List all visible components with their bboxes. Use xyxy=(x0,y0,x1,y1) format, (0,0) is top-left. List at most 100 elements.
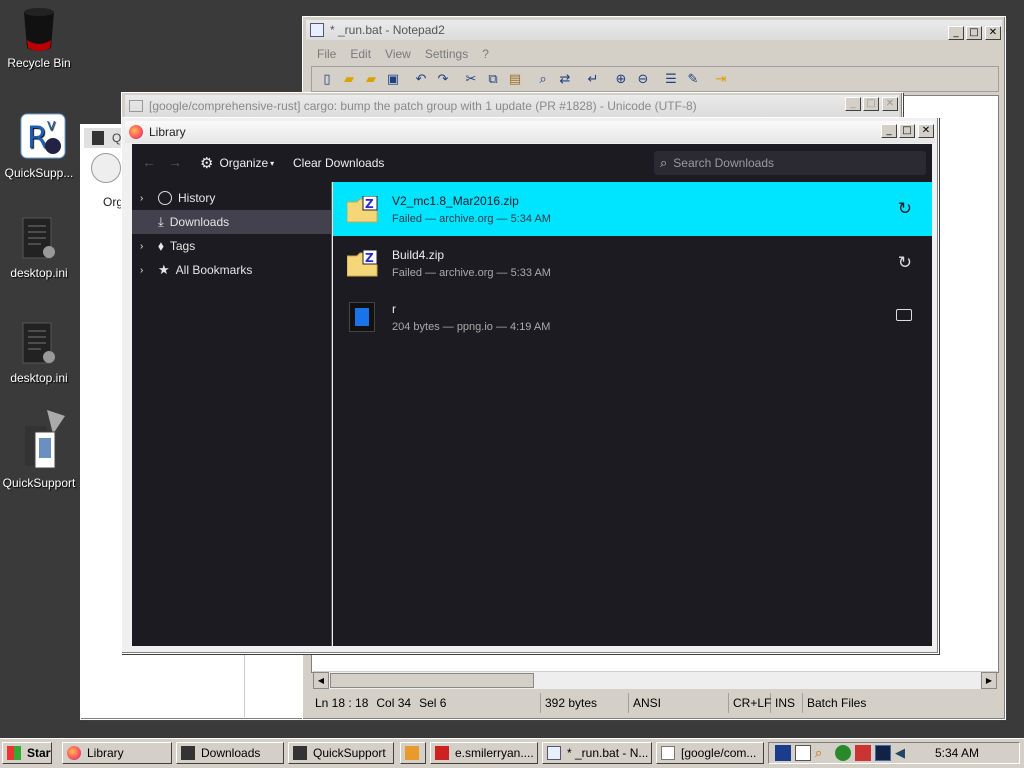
notepad2-titlebar[interactable]: * _run.bat - Notepad2 xyxy=(306,20,1002,40)
organize-menu-fragment[interactable]: Org xyxy=(103,195,123,209)
menu-settings[interactable]: Settings xyxy=(425,47,468,61)
taskbar-button-github[interactable]: [google/com... xyxy=(656,742,764,764)
wordwrap-icon[interactable]: ↵ xyxy=(582,68,604,90)
new-file-icon[interactable]: ▯ xyxy=(316,68,338,90)
library-window[interactable]: Library _ □ ✕ ← → ⚙ Organize ▾ Clear Dow… xyxy=(121,117,939,654)
sidebar-label-tags: Tags xyxy=(169,239,196,253)
tray-shield-icon[interactable] xyxy=(855,745,871,761)
status-language[interactable]: Batch Files xyxy=(803,693,977,713)
back-arrow-icon[interactable]: ← xyxy=(142,154,156,170)
expand-arrow-icon[interactable]: › xyxy=(140,265,154,276)
scroll-thumb[interactable] xyxy=(330,673,534,688)
tag-icon: ⬧ xyxy=(158,238,164,253)
download-filename: V2_mc1.8_Mar2016.zip xyxy=(392,194,519,208)
status-encoding[interactable]: ANSI xyxy=(629,693,729,713)
maximize-button[interactable]: □ xyxy=(899,124,915,138)
find-icon[interactable]: ⌕ xyxy=(532,68,554,90)
desktop-icon-desktop-ini-1[interactable]: desktop.ini xyxy=(0,216,78,280)
desktop-icon-desktop-ini-2[interactable]: desktop.ini xyxy=(0,321,78,385)
desktop-icon-quicksupport-1[interactable]: RV QuickSupp... xyxy=(0,112,78,180)
menu-help[interactable]: ? xyxy=(482,47,489,61)
folder-icon[interactable] xyxy=(896,309,912,321)
menu-file[interactable]: File xyxy=(317,47,336,61)
forward-arrow-icon[interactable]: → xyxy=(168,154,182,170)
tray-search-icon[interactable]: ⌕ xyxy=(815,745,831,761)
zoom-in-icon[interactable]: ⊕ xyxy=(610,68,632,90)
tray-volume-icon[interactable]: ◀ xyxy=(895,745,911,761)
tray-network-icon[interactable] xyxy=(835,745,851,761)
open-folder-icon[interactable]: ▰ xyxy=(338,68,360,90)
expand-arrow-icon[interactable]: › xyxy=(140,193,154,204)
expand-arrow-icon[interactable]: › xyxy=(140,241,154,252)
download-item[interactable]: r 204 bytes — ppng.io — 4:19 AM xyxy=(333,290,932,344)
copy-icon[interactable]: ⧉ xyxy=(482,68,504,90)
taskbar-button-filezilla[interactable]: e.smilerryan.... xyxy=(430,742,538,764)
organize-button[interactable]: ⚙ Organize ▾ xyxy=(200,154,274,172)
zip-file-icon: Z xyxy=(346,249,379,277)
taskbar-button-media[interactable] xyxy=(400,742,426,764)
horizontal-scrollbar[interactable]: ◀ ▶ xyxy=(313,671,997,689)
github-window-titlebar[interactable]: [google/comprehensive-rust] cargo: bump … xyxy=(125,95,899,117)
replace-icon[interactable]: ⇄ xyxy=(554,68,576,90)
maximize-button[interactable]: □ xyxy=(966,26,982,40)
search-downloads-field[interactable]: ⌕ Search Downloads xyxy=(654,151,926,175)
clock[interactable]: 5:34 AM xyxy=(935,746,979,760)
menu-view[interactable]: View xyxy=(385,47,411,61)
sidebar-item-history[interactable]: › History xyxy=(132,186,331,210)
save-icon[interactable]: ▣ xyxy=(382,68,404,90)
desktop-icon-quicksupport-2[interactable]: QuickSupport xyxy=(0,408,78,490)
sidebar-item-all-bookmarks[interactable]: › ★ All Bookmarks xyxy=(132,258,331,282)
tray-monitor-icon[interactable] xyxy=(875,745,891,761)
close-button[interactable]: ✕ xyxy=(918,124,934,138)
status-line-ending[interactable]: CR+LF xyxy=(729,693,771,713)
svg-text:Z: Z xyxy=(365,197,374,211)
taskbar-button-quicksupport[interactable]: QuickSupport xyxy=(288,742,394,764)
retry-icon[interactable]: ↻ xyxy=(898,199,912,219)
envelope-icon xyxy=(129,100,143,112)
close-button[interactable]: ✕ xyxy=(985,26,1001,40)
maximize-button[interactable]: □ xyxy=(863,97,879,111)
minimize-button[interactable]: _ xyxy=(845,97,861,111)
library-toolbar: ← → ⚙ Organize ▾ Clear Downloads ⌕ Searc… xyxy=(132,144,932,182)
download-status: Failed — archive.org — 5:33 AM xyxy=(392,267,551,279)
quicksupport-icon xyxy=(293,746,307,760)
close-button[interactable]: ✕ xyxy=(882,97,898,111)
redo-icon[interactable]: ↷ xyxy=(432,68,454,90)
minimize-button[interactable]: _ xyxy=(948,26,964,40)
paste-icon[interactable]: ▤ xyxy=(504,68,526,90)
start-button[interactable]: Start xyxy=(2,742,52,764)
download-icon: ⤓ xyxy=(158,214,164,229)
sidebar-item-tags[interactable]: › ⬧ Tags xyxy=(132,234,331,258)
taskbar-button-downloads[interactable]: Downloads xyxy=(176,742,284,764)
tray-mail-icon[interactable] xyxy=(795,745,811,761)
menu-edit[interactable]: Edit xyxy=(350,47,371,61)
download-item[interactable]: Z Build4.zip Failed — archive.org — 5:33… xyxy=(333,236,932,290)
sidebar-item-downloads[interactable]: ⤓ Downloads xyxy=(132,210,331,234)
customize-icon[interactable]: ✎ xyxy=(682,68,704,90)
clear-downloads-button[interactable]: Clear Downloads xyxy=(293,156,384,170)
cut-icon[interactable]: ✂ xyxy=(460,68,482,90)
notepad2-toolbar: ▯ ▰ ▰ ▣ ↶ ↷ ✂ ⧉ ▤ ⌕ ⇄ ↵ ⊕ ⊖ ☰ ✎ ⇥ xyxy=(311,66,999,92)
scroll-left-arrow[interactable]: ◀ xyxy=(313,672,329,689)
scroll-right-arrow[interactable]: ▶ xyxy=(981,672,997,689)
download-item[interactable]: Z V2_mc1.8_Mar2016.zip Failed — archive.… xyxy=(333,182,932,236)
gear-icon: ⚙ xyxy=(200,155,214,172)
desktop-icon-label: QuickSupport xyxy=(2,476,76,490)
settings-file-icon xyxy=(19,216,59,260)
scheme-icon[interactable]: ☰ xyxy=(660,68,682,90)
exit-icon[interactable]: ⇥ xyxy=(710,68,732,90)
tray-app-icon[interactable] xyxy=(775,745,791,761)
download-filename: r xyxy=(392,302,396,316)
retry-icon[interactable]: ↻ xyxy=(898,253,912,273)
library-titlebar[interactable]: Library xyxy=(125,121,935,143)
browse-icon[interactable]: ▰ xyxy=(360,68,382,90)
undo-icon[interactable]: ↶ xyxy=(410,68,432,90)
taskbar-button-notepad2[interactable]: * _run.bat - N... xyxy=(542,742,652,764)
zoom-out-icon[interactable]: ⊖ xyxy=(632,68,654,90)
svg-text:Z: Z xyxy=(365,251,374,265)
desktop-icon-recycle-bin[interactable]: Recycle Bin xyxy=(0,6,78,70)
taskbar-button-library[interactable]: Library xyxy=(62,742,172,764)
search-icon: ⌕ xyxy=(660,155,668,170)
minimize-button[interactable]: _ xyxy=(881,124,897,138)
back-button[interactable] xyxy=(91,153,121,183)
